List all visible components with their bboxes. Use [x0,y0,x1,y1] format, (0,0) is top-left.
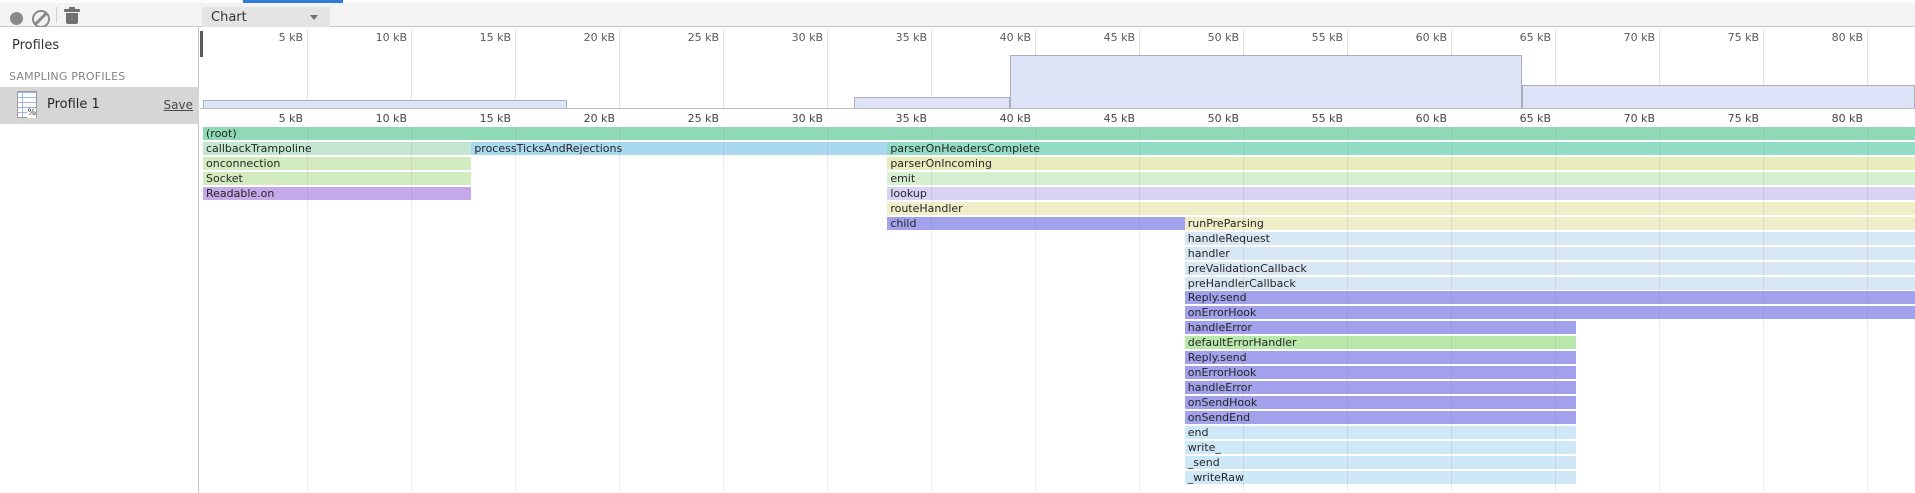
flame-frame-handler[interactable]: handler [1185,247,1915,260]
axis-tick-label: 20 kB [557,31,615,44]
flame-frame-prevalidationcallback[interactable]: preValidationCallback [1185,262,1915,275]
profiler-window: Chart Profiles SAMPLING PROFILES % Profi… [0,0,1915,493]
clear-icon[interactable] [32,10,50,28]
axis-tick-label: 75 kB [1701,112,1759,125]
gridline [307,28,308,108]
flame-frame-processticksandrejections[interactable]: processTicksAndRejections [471,142,887,155]
axis-tick-label: 25 kB [661,112,719,125]
flame-frame-callbacktrampoline[interactable]: callbackTrampoline [203,142,471,155]
axis-tick-label: 30 kB [765,31,823,44]
axis-tick-label: 55 kB [1285,31,1343,44]
delete-profile-icon[interactable] [64,7,80,24]
overview-step [203,100,567,108]
flame-frame-routehandler[interactable]: routeHandler [887,202,1915,215]
axis-tick-label: 40 kB [973,112,1031,125]
gridline [515,127,516,493]
profiler-toolbar: Chart [0,3,1915,27]
axis-tick-label: 10 kB [349,112,407,125]
gridline [411,28,412,108]
axis-tick-label: 60 kB [1389,31,1447,44]
axis-tick-label: 80 kB [1805,31,1863,44]
flame-frame-prehandlercallback[interactable]: preHandlerCallback [1185,277,1915,290]
flame-frame-reply-send[interactable]: Reply.send [1185,291,1915,304]
axis-tick-label: 15 kB [453,31,511,44]
flame-frame-handlerequest[interactable]: handleRequest [1185,232,1915,245]
axis-tick-label: 5 kB [245,31,303,44]
flame-frame-onconnection[interactable]: onconnection [203,157,471,170]
gridline [1347,127,1348,493]
gridline [307,127,308,493]
gridline [723,28,724,108]
axis-tick-label: 50 kB [1181,31,1239,44]
axis-tick-label: 20 kB [557,112,615,125]
axis-tick-label: 30 kB [765,112,823,125]
toolbar-separator [56,7,57,23]
view-mode-value: Chart [211,10,247,25]
overview-separator [200,108,1915,109]
view-mode-select[interactable]: Chart [202,7,330,28]
axis-tick-label: 70 kB [1597,31,1655,44]
scrollbar-thumb[interactable] [200,31,203,57]
overview-step [1010,55,1522,108]
flame-frame-parseronheaderscomplete[interactable]: parserOnHeadersComplete [887,142,1915,155]
overview-step [1522,85,1915,108]
axis-tick-label: 60 kB [1389,112,1447,125]
save-profile-link[interactable]: Save [164,98,193,112]
flame-frame-runpreparsing[interactable]: runPreParsing [1185,217,1915,230]
trash-lid [64,9,80,12]
axis-tick-label: 35 kB [869,31,927,44]
gridline [619,28,620,108]
axis-tick-label: 40 kB [973,31,1031,44]
axis-tick-label: 45 kB [1077,31,1135,44]
axis-tick-label: 5 kB [245,112,303,125]
axis-tick-label: 10 kB [349,31,407,44]
gridline [1867,127,1868,493]
flame-frame-emit[interactable]: emit [887,172,1915,185]
axis-tick-label: 25 kB [661,31,719,44]
gridline [619,127,620,493]
flame-frame-lookup[interactable]: lookup [887,187,1915,200]
gridline [1555,127,1556,493]
axis-tick-label: 80 kB [1805,112,1863,125]
gridline [1243,127,1244,493]
gridline [1451,127,1452,493]
gridline [1763,127,1764,493]
gridline [827,127,828,493]
trash-body [66,13,78,24]
sidebar-title: Profiles [12,38,59,53]
axis-tick-label: 75 kB [1701,31,1759,44]
record-icon[interactable] [10,12,23,25]
gridline [1139,127,1140,493]
flame-frame-parseronincoming[interactable]: parserOnIncoming [887,157,1915,170]
axis-tick-label: 70 kB [1597,112,1655,125]
flame-frame-socket[interactable]: Socket [203,172,471,185]
gridline [827,28,828,108]
gridline [723,127,724,493]
flame-frame-onerrorhook[interactable]: onErrorHook [1185,306,1915,319]
axis-tick-label: 15 kB [453,112,511,125]
gridline [931,127,932,493]
axis-tick-label: 65 kB [1493,112,1551,125]
axis-tick-label: 50 kB [1181,112,1239,125]
chevron-down-icon [310,15,318,20]
gridline [931,28,932,108]
profiles-sidebar: Profiles SAMPLING PROFILES % Profile 1 S… [0,27,199,493]
flame-chart-pane: 5 kB 10 kB 15 kB 20 kB 25 kB 30 kB 35 kB 40 kB 4… [200,27,1915,493]
gridline [1035,127,1036,493]
sidebar-item-profile-1[interactable]: % Profile 1 Save [0,87,199,124]
overview-step [854,97,1010,108]
flame-frame-readable-on[interactable]: Readable.on [203,187,471,200]
gridline [515,28,516,108]
axis-tick-label: 35 kB [869,112,927,125]
sampling-profiles-section-label: SAMPLING PROFILES [9,70,125,83]
profile-chart-icon: % [17,91,37,118]
gridline [411,127,412,493]
axis-tick-label: 45 kB [1077,112,1135,125]
axis-tick-label: 65 kB [1493,31,1551,44]
profile-name: Profile 1 [47,97,100,112]
axis-tick-label: 55 kB [1285,112,1343,125]
gridline [1659,127,1660,493]
